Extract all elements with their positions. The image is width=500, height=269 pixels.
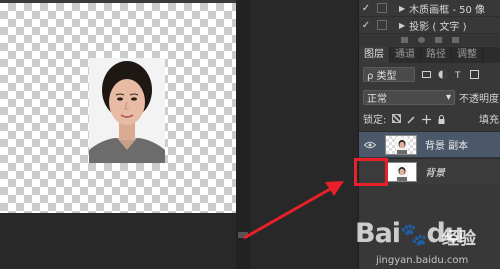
watermark-cn: 经验 — [442, 229, 476, 249]
portrait-photo — [89, 58, 165, 163]
type-filter-icon[interactable]: T — [454, 70, 463, 79]
effect-toggle-box[interactable] — [377, 20, 387, 30]
tab-adjustments[interactable]: 调整 — [452, 47, 483, 63]
lock-label: 锁定: — [363, 115, 387, 126]
blend-mode-value: 正常 — [367, 93, 387, 105]
effect-check-icon[interactable]: ✓ — [359, 3, 373, 14]
layer-thumbnail[interactable] — [385, 161, 417, 182]
lock-row: 锁定: 填充 — [359, 110, 500, 127]
svg-text:T: T — [454, 71, 461, 79]
expand-arrow-icon[interactable]: ▶ — [399, 21, 405, 30]
tab-layers[interactable]: 图层 — [359, 47, 390, 63]
effect-check-icon[interactable]: ✓ — [359, 20, 373, 31]
play-icon[interactable] — [435, 37, 442, 43]
tab-paths[interactable]: 路径 — [421, 47, 452, 63]
lock-transparent-icon[interactable] — [392, 114, 402, 123]
actions-toolbar — [359, 34, 500, 46]
expand-arrow-icon[interactable]: ▶ — [399, 4, 405, 13]
image-filter-icon[interactable] — [422, 70, 431, 79]
layer-name[interactable]: 背景 — [425, 164, 445, 179]
lock-all-icon[interactable] — [437, 114, 446, 124]
highlight-box — [354, 158, 388, 186]
canvas-scrollbar[interactable] — [236, 0, 250, 269]
chevron-down-icon: ▾ — [445, 91, 451, 103]
record-icon[interactable] — [418, 37, 425, 43]
scroll-handle[interactable] — [238, 232, 248, 238]
opacity-label: 不透明度 — [459, 93, 499, 105]
effect-row-frame[interactable]: ✓ ▶ 木质画框 - 50 像 — [359, 0, 500, 17]
transparent-canvas[interactable] — [0, 3, 236, 213]
eye-icon[interactable] — [359, 132, 381, 158]
canvas-area[interactable] — [0, 0, 250, 269]
folder-icon[interactable] — [452, 37, 459, 43]
portrait-image — [89, 58, 165, 163]
blend-mode-select[interactable]: 正常 ▾ — [363, 89, 455, 105]
effect-toggle-box[interactable] — [377, 3, 387, 13]
layer-filter-row: ρ 类型 T — [359, 64, 500, 84]
adjustment-filter-icon[interactable] — [438, 70, 447, 79]
panel-tabs: 图层 通道 路径 调整 — [359, 47, 500, 63]
layer-name[interactable]: 背景 副本 — [425, 137, 468, 152]
lock-paint-icon[interactable] — [407, 114, 416, 124]
effect-row-shadow[interactable]: ✓ ▶ 投影 ( 文字 ) — [359, 17, 500, 34]
effect-label: 投影 ( 文字 ) — [409, 21, 467, 33]
fill-label: 填充 — [479, 115, 499, 126]
tab-channels[interactable]: 通道 — [390, 47, 421, 63]
lock-position-icon[interactable] — [422, 114, 432, 124]
layer-thumbnail[interactable] — [385, 134, 417, 155]
baidu-watermark: Bai🐾du 经验 jingyan.baidu.com — [352, 210, 500, 269]
watermark-url: jingyan.baidu.com — [376, 255, 469, 266]
blend-row: 正常 ▾ 不透明度 — [359, 88, 500, 106]
stop-icon[interactable] — [401, 37, 408, 43]
filter-type-select[interactable]: ρ 类型 — [363, 66, 415, 82]
layer-row-background-copy[interactable]: 背景 副本 — [359, 131, 500, 157]
effect-label: 木质画框 - 50 像 — [409, 4, 486, 16]
shape-filter-icon[interactable] — [470, 69, 479, 79]
